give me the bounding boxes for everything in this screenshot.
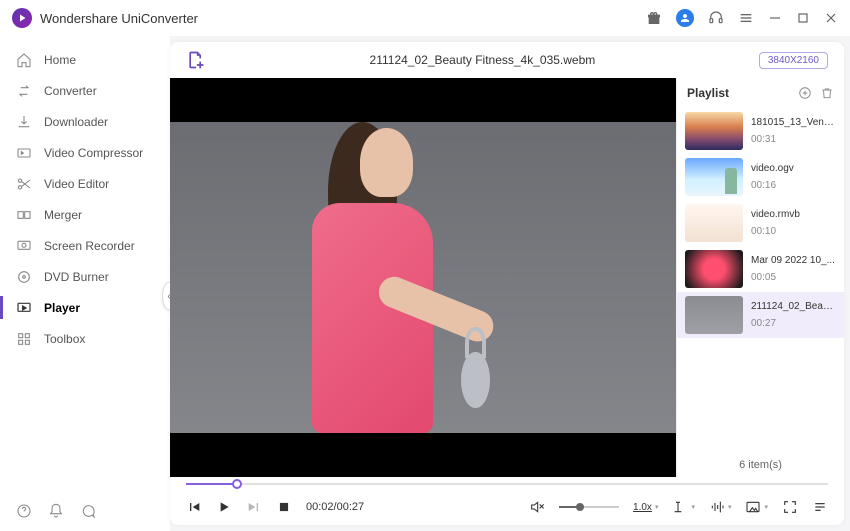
nav-label: Player (44, 301, 80, 315)
bell-icon[interactable] (48, 503, 64, 519)
merger-icon (16, 207, 32, 223)
nav-label: Toolbox (44, 332, 85, 346)
nav-label: DVD Burner (44, 270, 109, 284)
snapshot-button[interactable] (745, 499, 761, 515)
speed-button[interactable]: 1.0x (633, 502, 652, 513)
playlist-item-duration: 00:31 (751, 134, 836, 145)
nav-label: Screen Recorder (44, 239, 135, 253)
playlist-title: Playlist (687, 86, 729, 100)
nav-recorder[interactable]: Screen Recorder (0, 230, 170, 261)
chevron-down-icon: ▾ (764, 503, 768, 511)
home-icon (16, 52, 32, 68)
nav-dvd[interactable]: DVD Burner (0, 261, 170, 292)
nav-label: Downloader (44, 115, 108, 129)
nav-label: Video Editor (44, 177, 109, 191)
nav-editor[interactable]: Video Editor (0, 168, 170, 199)
playlist-item-name: 211124_02_Beau... (751, 301, 836, 312)
nav-compressor[interactable]: Video Compressor (0, 137, 170, 168)
playlist-panel: Playlist 181015_13_Venic... 00:31 video.og… (676, 78, 844, 477)
toolbox-icon (16, 331, 32, 347)
chevron-down-icon: ▾ (728, 503, 732, 511)
scissors-icon (16, 176, 32, 192)
playlist-item-name: video.ogv (751, 163, 794, 174)
sidebar: Home Converter Downloader Video Compress… (0, 36, 170, 531)
playlist-item-name: 181015_13_Venic... (751, 117, 836, 128)
gift-icon[interactable] (646, 10, 662, 26)
playlist-item[interactable]: video.rmvb 00:10 (677, 200, 844, 246)
playlist-thumbnail (685, 158, 743, 196)
nav-downloader[interactable]: Downloader (0, 106, 170, 137)
nav-home[interactable]: Home (0, 44, 170, 75)
converter-icon (16, 83, 32, 99)
fullscreen-button[interactable] (782, 499, 798, 515)
chevron-down-icon: ▾ (691, 503, 695, 511)
time-label: 00:02/00:27 (306, 501, 364, 513)
resolution-badge[interactable]: 3840X2160 (759, 52, 828, 69)
help-icon[interactable] (16, 503, 32, 519)
playlist-thumbnail (685, 296, 743, 334)
playlist-item[interactable]: 211124_02_Beau... 00:27 (677, 292, 844, 338)
player-panel: ‹ 211124_02_Beauty Fitness_4k_035.webm 3… (170, 42, 844, 525)
stop-button[interactable] (276, 499, 292, 515)
nav-label: Video Compressor (44, 146, 143, 160)
playlist-item-name: Mar 09 2022 10_... (751, 255, 835, 266)
video-viewport[interactable] (170, 78, 676, 477)
hamburger-icon[interactable] (738, 10, 754, 26)
playlist-item[interactable]: 181015_13_Venic... 00:31 (677, 108, 844, 154)
subtitle-button[interactable] (672, 499, 688, 515)
minimize-button[interactable] (768, 11, 782, 25)
add-file-icon[interactable] (186, 50, 206, 70)
chevron-down-icon: ▾ (655, 503, 659, 511)
volume-slider[interactable] (559, 506, 619, 508)
playlist-thumbnail (685, 250, 743, 288)
compressor-icon (16, 145, 32, 161)
playlist-item[interactable]: Mar 09 2022 10_... 00:05 (677, 246, 844, 292)
headset-icon[interactable] (708, 10, 724, 26)
nav-label: Merger (44, 208, 82, 222)
download-icon (16, 114, 32, 130)
next-button[interactable] (246, 499, 262, 515)
nav-player[interactable]: Player (0, 292, 170, 323)
close-button[interactable] (824, 11, 838, 25)
playlist-add-icon[interactable] (798, 86, 812, 100)
playlist-footer: 6 item(s) (677, 453, 844, 477)
recorder-icon (16, 238, 32, 254)
progress-bar[interactable] (186, 479, 828, 489)
player-icon (16, 300, 32, 316)
titlebar: Wondershare UniConverter (0, 0, 850, 36)
playlist-trash-icon[interactable] (820, 86, 834, 100)
equalizer-button[interactable] (709, 499, 725, 515)
app-logo (12, 8, 32, 28)
account-icon[interactable] (676, 9, 694, 27)
playlist-item[interactable]: video.ogv 00:16 (677, 154, 844, 200)
playlist-item-name: video.rmvb (751, 209, 800, 220)
prev-button[interactable] (186, 499, 202, 515)
nav-label: Home (44, 53, 76, 67)
app-title: Wondershare UniConverter (40, 11, 198, 26)
video-frame (170, 122, 676, 433)
nav-toolbox[interactable]: Toolbox (0, 323, 170, 354)
playlist-item-duration: 00:27 (751, 318, 836, 329)
playlist-toggle-button[interactable] (812, 499, 828, 515)
nav-converter[interactable]: Converter (0, 75, 170, 106)
playlist-item-duration: 00:10 (751, 226, 800, 237)
disc-icon (16, 269, 32, 285)
playlist-thumbnail (685, 204, 743, 242)
nav-merger[interactable]: Merger (0, 199, 170, 230)
feedback-icon[interactable] (80, 503, 96, 519)
playlist-thumbnail (685, 112, 743, 150)
maximize-button[interactable] (796, 11, 810, 25)
play-button[interactable] (216, 499, 232, 515)
nav-label: Converter (44, 84, 97, 98)
titlebar-actions (646, 9, 838, 27)
playlist-item-duration: 00:16 (751, 180, 794, 191)
mute-icon[interactable] (529, 499, 545, 515)
playlist-item-duration: 00:05 (751, 272, 835, 283)
current-video-title: 211124_02_Beauty Fitness_4k_035.webm (206, 53, 759, 67)
